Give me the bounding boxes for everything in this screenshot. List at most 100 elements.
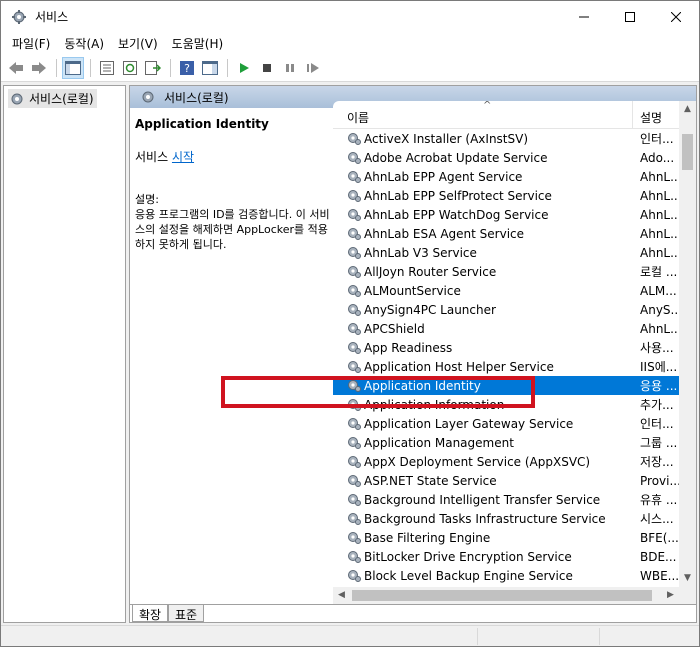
tree-item-label: 서비스(로컬) [29,92,94,106]
table-row[interactable]: AhnLab EPP WatchDog Service AhnL... [333,205,680,224]
service-gear-icon [346,548,362,567]
menu-action[interactable]: 동작(A) [57,35,111,52]
selected-service-title: Application Identity [135,117,269,131]
table-row[interactable]: Base Filtering Engine BFE(... [333,528,680,547]
back-button[interactable] [5,57,27,79]
scroll-up-icon[interactable]: ▲ [679,101,696,118]
table-row[interactable]: AhnLab EPP Agent Service AhnL... [333,167,680,186]
console-tree-button[interactable] [62,56,84,79]
maximize-button[interactable] [607,1,653,32]
service-name: Application Management [364,435,514,450]
table-row[interactable]: AnySign4PC Launcher AnyS... [333,300,680,319]
service-description: AhnL... [640,169,680,184]
tab-standard[interactable]: 표준 [168,605,205,622]
pause-service-button[interactable] [279,57,301,79]
table-row[interactable]: AhnLab EPP SelfProtect Service AhnL... [333,186,680,205]
title-bar: 서비스 [1,1,699,32]
list-rows: ActiveX Installer (AxInstSV) 인터... Adobe A… [333,129,680,587]
table-row[interactable]: Application Layer Gateway Service 인터... [333,414,680,433]
table-row[interactable]: App Readiness 사용... [333,338,680,357]
show-hide-action-pane-button[interactable] [199,57,221,79]
column-header-description[interactable]: 설명 [640,109,662,126]
services-gear-icon [11,93,23,104]
menu-bar: 파일(F) 동작(A) 보기(V) 도움말(H) [1,32,699,54]
stop-service-button[interactable] [256,57,278,79]
toolbar-separator [56,58,57,77]
help-button[interactable]: ? [176,57,198,79]
pause-icon [286,63,294,72]
service-name: AnySign4PC Launcher [364,302,496,317]
svg-text:?: ? [184,62,190,75]
service-name: ASP.NET State Service [364,473,497,488]
table-row[interactable]: BitLocker Drive Encryption Service BDE... [333,547,680,566]
horizontal-scroll-thumb[interactable] [352,590,652,601]
status-cell [599,628,600,645]
table-row[interactable]: AppX Deployment Service (AppXSVC) 저장... [333,452,680,471]
service-description: WBE... [640,568,680,583]
service-name: AppX Deployment Service (AppXSVC) [364,454,591,469]
scroll-right-icon[interactable]: ▶ [662,587,679,604]
service-gear-icon [346,434,362,453]
service-description: AhnL... [640,188,680,203]
forward-button[interactable] [28,57,50,79]
refresh-button[interactable] [119,57,141,79]
tab-extended[interactable]: 확장 [132,605,169,622]
vertical-scrollbar[interactable]: ▲ ▼ [679,101,696,587]
column-header-name[interactable]: 이름 [347,109,369,126]
tree-item-services-local[interactable]: 서비스(로컬) [8,89,97,108]
table-row[interactable]: Block Level Backup Engine Service WBE... [333,566,680,585]
horizontal-scrollbar[interactable]: ◀ ▶ [333,587,679,604]
export-list-button[interactable] [142,57,164,79]
service-gear-icon [346,339,362,358]
service-gear-icon [346,225,362,244]
table-row[interactable]: Application Identity 응용 ... [333,376,680,395]
table-row[interactable]: Application Information 추가... [333,395,680,414]
content-pane: 서비스(로컬) Application Identity 서비스 시작 설명: … [129,85,697,623]
table-row[interactable]: APCShield AhnL... [333,319,680,338]
table-row[interactable]: AllJoyn Router Service 로컬 ... [333,262,680,281]
start-service-button[interactable] [233,57,255,79]
menu-file[interactable]: 파일(F) [5,35,57,52]
start-service-link[interactable]: 시작 [172,150,194,164]
scroll-left-icon[interactable]: ◀ [333,587,350,604]
service-description: AhnL... [640,245,680,260]
menu-help[interactable]: 도움말(H) [165,35,231,52]
service-gear-icon [346,358,362,377]
service-name: BitLocker Drive Encryption Service [364,549,572,564]
service-name: Application Identity [364,378,481,393]
column-separator[interactable] [632,101,633,129]
table-row[interactable]: Background Tasks Infrastructure Service 시… [333,509,680,528]
vertical-scroll-thumb[interactable] [682,134,693,170]
table-row[interactable]: AhnLab V3 Service AhnL... [333,243,680,262]
service-name: App Readiness [364,340,453,355]
table-row[interactable]: AhnLab ESA Agent Service AhnL... [333,224,680,243]
service-gear-icon [346,282,362,301]
minimize-button[interactable] [561,1,607,32]
restart-icon [307,62,319,73]
minimize-icon [579,16,589,17]
service-gear-icon [346,453,362,472]
scrollbar-corner [679,587,696,604]
table-row[interactable]: ALMountService ALM... [333,281,680,300]
properties-button[interactable] [96,57,118,79]
service-description: 시스... [640,512,674,526]
table-row[interactable]: ASP.NET State Service Provi... [333,471,680,490]
service-name: AhnLab EPP Agent Service [364,169,523,184]
toolbar: ? [1,54,699,82]
service-description: IIS에... [640,360,678,374]
scroll-down-icon[interactable]: ▼ [679,570,696,587]
back-arrow-icon [9,61,23,74]
service-gear-icon [346,206,362,225]
service-gear-icon [346,320,362,339]
service-gear-icon [346,187,362,206]
service-name: ActiveX Installer (AxInstSV) [364,131,529,146]
table-row[interactable]: ActiveX Installer (AxInstSV) 인터... [333,129,680,148]
menu-view[interactable]: 보기(V) [111,35,165,52]
restart-service-button[interactable] [302,57,324,79]
close-button[interactable] [653,1,699,32]
table-row[interactable]: Application Management 그룹 ... [333,433,680,452]
table-row[interactable]: Adobe Acrobat Update Service Ado... [333,148,680,167]
table-row[interactable]: Background Intelligent Transfer Service 유… [333,490,680,509]
service-description: AhnL... [640,207,680,222]
table-row[interactable]: Application Host Helper Service IIS에... [333,357,680,376]
